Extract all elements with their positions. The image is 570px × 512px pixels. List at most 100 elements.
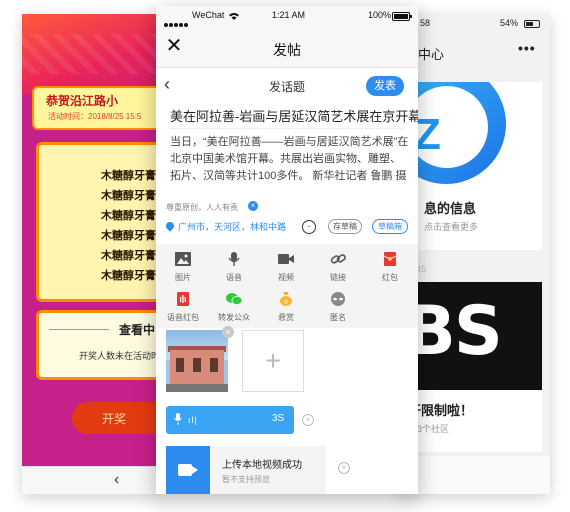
remove-video-icon[interactable]: ×: [338, 462, 350, 474]
video-status-title: 上传本地视频成功: [222, 460, 302, 471]
prize-item: 木糖醇牙膏: [101, 210, 156, 222]
add-image-button[interactable]: +: [242, 330, 304, 392]
tool-label: 语音红包: [167, 313, 199, 322]
link-icon: [330, 254, 346, 264]
publish-button[interactable]: 发表: [366, 76, 404, 96]
voice-red-envelope-icon: [177, 292, 189, 306]
tool-label: 链接: [330, 273, 346, 282]
more-icon[interactable]: •••: [518, 40, 536, 56]
promo-banner-title: 恭贺沿江路小: [46, 94, 119, 108]
prize-list: 木糖醇牙膏 木糖醇牙膏 木糖醇牙膏 木糖醇牙膏 木糖醇牙膏 木糖醇牙膏: [36, 142, 162, 302]
thumb-window: [193, 358, 201, 372]
check-title: 查看中: [119, 323, 156, 337]
tool-voice-red-envelope[interactable]: 语音红包: [163, 288, 203, 326]
prize-item: 木糖醇牙膏: [101, 190, 156, 202]
status-time: 1:21 AM: [272, 10, 306, 20]
uploaded-image-thumbnail[interactable]: [166, 330, 228, 392]
red-envelope-icon: [383, 252, 397, 266]
tool-label: 图片: [175, 273, 191, 282]
prize-item: 木糖醇牙膏: [101, 270, 156, 282]
battery-icon: [392, 12, 412, 21]
card-title: 息的信息: [424, 201, 477, 216]
remove-audio-icon[interactable]: ×: [302, 414, 314, 426]
image-icon: [175, 252, 191, 266]
card-image: BS: [406, 282, 542, 390]
prize-item: 木糖醇牙膏: [101, 230, 156, 242]
microphone-icon: [228, 252, 240, 266]
page-title: 中心: [418, 47, 445, 62]
card-image-text: BS: [406, 292, 503, 371]
tool-label: 语音: [226, 273, 242, 282]
thumb-window: [176, 358, 184, 372]
carrier-name: WeChat: [192, 10, 225, 20]
save-draft-button[interactable]: 存草稿: [328, 219, 362, 234]
community-card[interactable]: Z 息的信息 点击查看更多: [406, 82, 542, 250]
draw-button-label: 开奖: [102, 412, 127, 426]
tool-reward[interactable]: ¥ 悬赏: [266, 288, 306, 326]
prize-item: 木糖醇牙膏: [101, 250, 156, 262]
remove-image-icon[interactable]: ×: [222, 326, 234, 338]
z-logo-icon: Z: [414, 110, 441, 159]
battery-icon: [524, 20, 540, 28]
tool-label: 视频: [278, 273, 294, 282]
card-image: Z: [406, 82, 542, 192]
wechat-icon: [226, 293, 242, 306]
card-subtitle: 点击查看更多: [424, 222, 479, 232]
original-note: 尊重原创，人人有责: [166, 203, 238, 212]
tool-image[interactable]: 图片: [163, 248, 203, 286]
video-attachment[interactable]: 上传本地视频成功 暂不支持预览: [166, 446, 326, 494]
location-pin-icon: [164, 220, 176, 232]
battery-percent: 100%: [368, 10, 392, 20]
waveform-icon: ıl|: [188, 415, 198, 425]
bottom-bar: [400, 456, 550, 494]
video-camera-icon: [178, 464, 198, 476]
wifi-icon: [229, 13, 239, 20]
emoji-icon[interactable]: ᵕ: [302, 220, 316, 234]
left-phone-screen: 恭贺沿江路小 活动时间：2018/8/25 15:5 木糖醇牙膏 木糖醇牙膏 木…: [22, 14, 162, 494]
audio-clip[interactable]: ıl| 3S: [166, 406, 294, 434]
reward-bag-icon: ¥: [280, 292, 292, 306]
check-text: 开奖人数未在活动时: [79, 351, 161, 361]
dismiss-icon[interactable]: ×: [248, 201, 258, 211]
tool-anonymous[interactable]: 匿名: [318, 288, 358, 326]
status-battery-text: 54%: [500, 18, 519, 28]
sub-nav: ‹ 发话题 发表: [156, 68, 418, 104]
tool-video[interactable]: 视频: [266, 248, 306, 286]
tool-label: 转发公众: [218, 313, 250, 322]
audio-duration: 3S: [272, 413, 285, 424]
promo-header: [22, 14, 162, 94]
anonymous-mask-icon: [331, 292, 345, 306]
divider: [49, 329, 109, 330]
post-body-input[interactable]: 当日，“美在阿拉善——岩画与居延汉简艺术展”在北京中国美术馆开幕。共展出岩画实物…: [170, 134, 410, 185]
nav-bar: ✕ 发帖: [156, 28, 418, 68]
post-title-input[interactable]: 美在阿拉善-岩画与居延汉简艺术展在京开幕: [170, 106, 418, 125]
promo-banner-time: 活动时间：2018/8/25 15:5: [48, 112, 142, 121]
check-panel: 查看中 开奖人数未在活动时: [36, 310, 162, 380]
status-bar: WeChat 1:21 AM 100%: [156, 6, 418, 28]
tool-link[interactable]: 链接: [318, 248, 358, 286]
community-card[interactable]: BS 开限制啦！ 建3个社区: [406, 282, 542, 452]
promo-banner: 恭贺沿江路小 活动时间：2018/8/25 15:5: [32, 86, 162, 130]
tool-label: 悬赏: [278, 313, 294, 322]
tool-forward-official[interactable]: 转发公众: [214, 288, 254, 326]
chevron-left-icon[interactable]: ‹: [114, 471, 119, 489]
status-time: 58: [420, 18, 431, 28]
plus-icon: +: [264, 345, 282, 376]
draft-box-button[interactable]: 草稿箱: [372, 219, 408, 234]
tools-panel: 图片 语音 视频 链接 红包 语音红包 转发公众 ¥ 悬赏 匿名: [156, 244, 418, 328]
tool-red-envelope[interactable]: 红包: [370, 248, 410, 286]
divider: [170, 128, 404, 129]
thumb-window: [210, 358, 218, 372]
page-title: 发帖: [273, 42, 301, 58]
tool-voice[interactable]: 语音: [214, 248, 254, 286]
video-camera-icon: [278, 254, 294, 264]
video-thumbnail: [166, 446, 210, 494]
tool-label: 匿名: [330, 313, 346, 322]
svg-text:¥: ¥: [284, 299, 288, 306]
microphone-icon: [174, 413, 182, 425]
tool-label: 红包: [382, 273, 398, 282]
right-phone-screen: 58 54% 中心 ••• Z 息的信息 点击查看更多 45 BS 开限制啦！ …: [400, 14, 550, 494]
bottom-bar: ‹: [22, 466, 162, 494]
thumb-ground: [166, 384, 228, 392]
video-status-subtitle: 暂不支持预览: [222, 475, 270, 484]
